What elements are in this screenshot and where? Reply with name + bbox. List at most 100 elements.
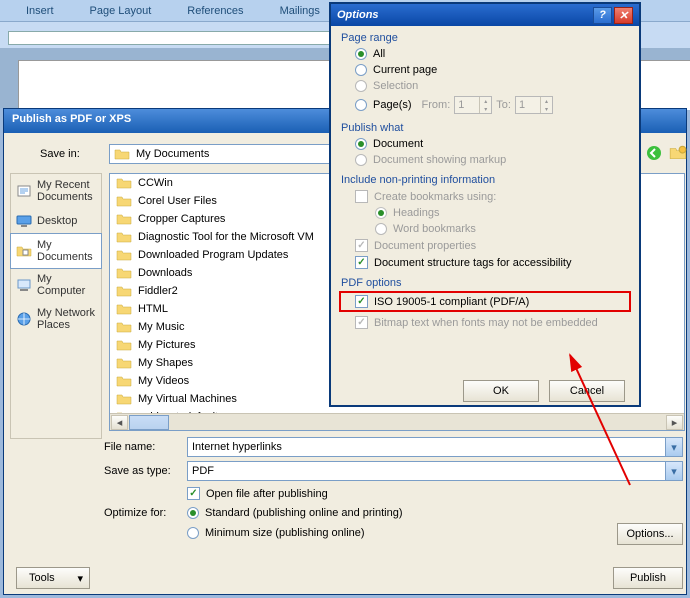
spin-icon[interactable]: ▴▾ <box>540 97 552 113</box>
folder-icon <box>116 283 132 299</box>
optimize-minimum-label: Minimum size (publishing online) <box>205 527 365 539</box>
savein-value: My Documents <box>136 148 209 160</box>
range-from-value: 1 <box>458 99 464 111</box>
folder-icon <box>116 229 132 245</box>
back-button[interactable] <box>645 144 663 162</box>
spin-icon[interactable]: ▴▾ <box>479 97 491 113</box>
np-headings-row: Headings <box>331 205 639 221</box>
pw-document-label: Document <box>373 138 423 150</box>
place-label: My Documents <box>37 239 96 263</box>
range-current-row[interactable]: Current page <box>331 62 639 78</box>
file-label: Downloads <box>138 267 192 279</box>
chevron-down-icon: ▾ <box>77 572 83 585</box>
place-label: My Network Places <box>37 307 96 331</box>
range-selection-label: Selection <box>373 80 418 92</box>
range-current-radio[interactable] <box>355 64 367 76</box>
place-network[interactable]: My Network Places <box>11 302 101 336</box>
new-folder-button[interactable] <box>669 144 687 162</box>
folder-icon <box>116 337 132 353</box>
folder-icon <box>116 391 132 407</box>
folder-icon <box>116 301 132 317</box>
optimize-standard-radio[interactable] <box>187 507 199 519</box>
folder-icon <box>116 373 132 389</box>
ok-button[interactable]: OK <box>463 380 539 402</box>
help-button[interactable]: ? <box>593 7 612 24</box>
file-label: Diagnostic Tool for the Microsoft VM <box>138 231 314 243</box>
tab-references[interactable]: References <box>169 2 261 20</box>
tab-insert[interactable]: Insert <box>8 2 72 20</box>
range-selection-radio <box>355 80 367 92</box>
np-headings-label: Headings <box>393 207 439 219</box>
range-to-value: 1 <box>519 99 525 111</box>
open-after-row[interactable]: ✓ Open file after publishing <box>187 487 328 500</box>
options-button[interactable]: Options... <box>617 523 683 545</box>
mydocs-icon <box>16 243 32 259</box>
range-to-field[interactable]: 1 ▴▾ <box>515 96 553 114</box>
open-after-checkbox[interactable]: ✓ <box>187 487 200 500</box>
filename-field[interactable]: Internet hyperlinks ▾ <box>187 437 683 457</box>
np-docprops-label: Document properties <box>374 240 476 252</box>
np-bookmarks-row: Create bookmarks using: <box>331 188 639 205</box>
folder-icon <box>116 247 132 263</box>
tab-page-layout[interactable]: Page Layout <box>72 2 170 20</box>
np-headings-radio <box>375 207 387 219</box>
range-selection-row: Selection <box>331 78 639 94</box>
folder-icon <box>116 319 132 335</box>
range-pages-row[interactable]: Page(s) From: 1 ▴▾ To: 1 ▴▾ <box>331 94 639 116</box>
pw-document-row[interactable]: Document <box>331 136 639 152</box>
np-doctags-checkbox[interactable]: ✓ <box>355 256 368 269</box>
optimize-standard-row[interactable]: Standard (publishing online and printing… <box>187 507 403 519</box>
place-mycomputer[interactable]: My Computer <box>11 268 101 302</box>
tab-mailings[interactable]: Mailings <box>262 2 338 20</box>
place-mydocuments[interactable]: My Documents <box>10 233 102 269</box>
tools-label: Tools <box>29 572 55 584</box>
range-from-field[interactable]: 1 ▴▾ <box>454 96 492 114</box>
close-button[interactable]: ✕ <box>614 7 633 24</box>
range-all-row[interactable]: All <box>331 46 639 62</box>
folder-icon <box>116 193 132 209</box>
file-label: HTML <box>138 303 168 315</box>
pw-markup-label: Document showing markup <box>373 154 506 166</box>
tools-button[interactable]: Tools ▾ <box>16 567 90 589</box>
recent-icon <box>16 183 32 199</box>
scroll-left-button[interactable]: ◂ <box>111 415 128 430</box>
scroll-thumb[interactable] <box>129 415 169 430</box>
pw-markup-row: Document showing markup <box>331 152 639 168</box>
open-after-label: Open file after publishing <box>206 488 328 500</box>
optimize-minimum-row[interactable]: Minimum size (publishing online) <box>187 527 365 539</box>
savein-label: Save in: <box>40 148 80 160</box>
file-label: My Videos <box>138 375 189 387</box>
page-range-group: Page range <box>331 26 639 46</box>
place-recent[interactable]: My Recent Documents <box>11 174 101 208</box>
range-pages-radio[interactable] <box>355 99 367 111</box>
pw-markup-radio <box>355 154 367 166</box>
range-to-label: To: <box>496 99 511 111</box>
savetype-field[interactable]: PDF ▾ <box>187 461 683 481</box>
optimize-minimum-radio[interactable] <box>187 527 199 539</box>
place-label: Desktop <box>37 215 77 227</box>
np-doctags-row[interactable]: ✓Document structure tags for accessibili… <box>331 254 639 271</box>
savetype-dropdown-button[interactable]: ▾ <box>665 462 682 480</box>
optimize-label: Optimize for: <box>104 507 166 519</box>
np-bookmarks-label: Create bookmarks using: <box>374 191 496 203</box>
range-from-label: From: <box>422 99 451 111</box>
range-all-radio[interactable] <box>355 48 367 60</box>
filename-value: Internet hyperlinks <box>192 441 282 453</box>
filename-dropdown-button[interactable]: ▾ <box>665 438 682 456</box>
savetype-label: Save as type: <box>104 465 171 477</box>
pdf-bitmap-checkbox: ✓ <box>355 316 368 329</box>
range-pages-label: Page(s) <box>373 99 412 111</box>
nonprinting-group: Include non-printing information <box>331 168 639 188</box>
pw-document-radio[interactable] <box>355 138 367 150</box>
place-desktop[interactable]: Desktop <box>11 208 101 234</box>
scroll-right-button[interactable]: ▸ <box>666 415 683 430</box>
file-label: My Shapes <box>138 357 193 369</box>
pdf-iso-checkbox[interactable]: ✓ <box>355 295 368 308</box>
publish-button[interactable]: Publish <box>613 567 683 589</box>
folder-icon <box>116 211 132 227</box>
place-label: My Computer <box>37 273 96 297</box>
cancel-button[interactable]: Cancel <box>549 380 625 402</box>
pdf-iso-row[interactable]: ✓ISO 19005-1 compliant (PDF/A) <box>341 294 629 309</box>
options-dialog-title: Options <box>337 9 379 21</box>
horizontal-scrollbar[interactable]: ◂ ▸ <box>110 413 684 430</box>
